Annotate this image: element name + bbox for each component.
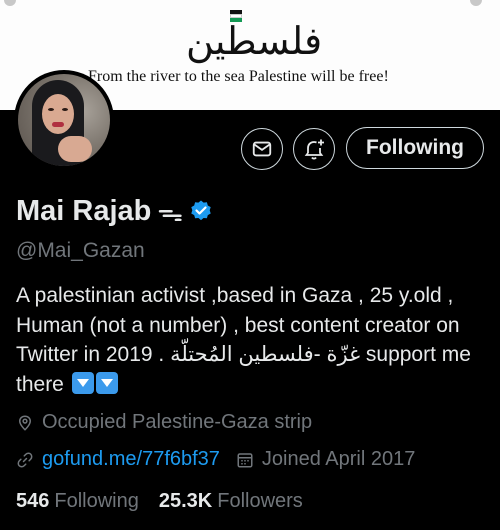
followers-stat[interactable]: 25.3K Followers [159, 490, 303, 513]
joined-text: Joined April 2017 [261, 448, 416, 470]
profile-website-link[interactable]: gofund.me/77f6bf37 [42, 448, 220, 471]
following-count: 546 [16, 490, 50, 512]
bio-line: Twitter in 2019 . غزّة -فلسطين المُحتلّة… [16, 343, 471, 366]
banner-arabic-title: فلسطين [186, 19, 323, 63]
followers-label: Followers [217, 490, 303, 512]
profile-name-row: Mai Rajab ᯓ [16, 193, 213, 229]
avatar[interactable] [14, 70, 114, 170]
notifications-button[interactable] [293, 128, 335, 170]
down-arrow-emoji-icon [95, 371, 118, 394]
profile-stats: 546 Following 25.3K Followers [16, 490, 323, 513]
bio-line-last: there [16, 370, 494, 400]
message-icon [252, 141, 272, 157]
banner-slogan: From the river to the sea Palestine will… [88, 68, 389, 85]
avatar-photo [18, 74, 110, 166]
down-arrow-emoji-icon [71, 371, 94, 394]
message-button[interactable] [241, 128, 283, 170]
bio-line: there [16, 372, 64, 396]
bio-line: A palestinian activist ,based in Gaza , … [16, 284, 454, 307]
profile-handle: @Mai_Gazan [16, 239, 145, 262]
name-symbol: ᯓ [157, 197, 184, 227]
banner-decoration [4, 0, 16, 6]
following-stat[interactable]: 546 Following [16, 490, 139, 513]
location-text: Occupied Palestine-Gaza strip [42, 411, 313, 433]
notification-bell-add-icon [304, 139, 324, 160]
following-button[interactable]: Following [346, 127, 484, 169]
link-icon [17, 452, 33, 467]
location-icon [18, 414, 32, 431]
followers-count: 25.3K [158, 490, 213, 512]
banner-decoration [470, 0, 482, 6]
bio-line: Human (not a number) , best content crea… [16, 313, 460, 337]
profile-bio: A palestinian activist ,based in Gaza , … [16, 281, 494, 399]
following-label: Following [54, 490, 139, 512]
calendar-icon [237, 452, 253, 467]
verified-badge-icon[interactable] [189, 199, 213, 223]
profile-location: Occupied Palestine-Gaza strip [16, 411, 312, 434]
display-name: Mai Rajab [16, 194, 152, 227]
joined-date: Joined April 2017 [236, 448, 415, 471]
profile-meta: gofund.me/77f6bf37 Joined April 2017 [16, 448, 415, 471]
